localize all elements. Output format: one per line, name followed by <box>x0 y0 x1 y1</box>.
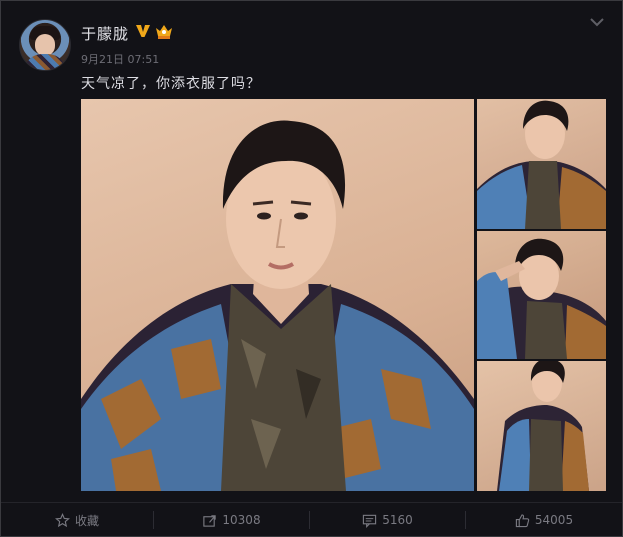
side-photo-1-figure <box>477 100 606 229</box>
weibo-post-card: 于朦胧 9月21日 07:51 天气凉了，你添衣服了吗？ 收藏 10308 51… <box>0 0 623 537</box>
repost-button[interactable]: 10308 <box>154 506 309 534</box>
chevron-down-icon[interactable] <box>588 15 606 29</box>
side-photo-3[interactable] <box>477 361 606 491</box>
footer-divider <box>1 502 622 503</box>
vip-v-icon[interactable] <box>134 22 152 40</box>
side-photo-2[interactable] <box>477 231 606 359</box>
favorite-button[interactable]: 收藏 <box>1 506 153 534</box>
like-button[interactable]: 54005 <box>466 506 622 534</box>
comment-icon <box>363 514 377 528</box>
star-icon <box>55 512 70 527</box>
thumbs-up-icon <box>515 513 530 527</box>
like-count: 54005 <box>534 513 574 527</box>
username[interactable]: 于朦胧 <box>81 23 129 44</box>
side-photo-1[interactable] <box>477 99 606 229</box>
crown-icon[interactable] <box>154 22 174 40</box>
repost-icon <box>203 514 217 527</box>
repost-count: 10308 <box>222 513 261 527</box>
post-text: 天气凉了，你添衣服了吗？ <box>81 76 261 92</box>
comment-button[interactable]: 5160 <box>310 506 465 534</box>
avatar[interactable] <box>19 19 71 71</box>
favorite-label: 收藏 <box>74 513 99 528</box>
post-timestamp[interactable]: 9月21日 07:51 <box>81 51 159 67</box>
avatar-coat <box>24 54 66 70</box>
comment-count: 5160 <box>382 513 413 527</box>
main-photo-figure <box>81 120 474 491</box>
side-photo-3-figure <box>497 361 589 491</box>
avatar-face <box>35 34 55 56</box>
main-photo[interactable] <box>81 99 474 491</box>
side-photo-2-figure <box>477 238 606 359</box>
